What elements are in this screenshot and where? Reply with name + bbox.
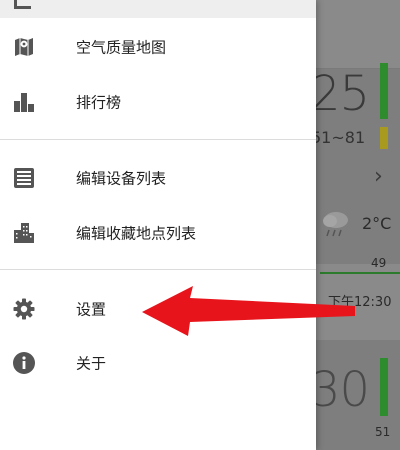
menu-item-label: 编辑收藏地点列表 xyxy=(76,224,197,243)
device-list-icon xyxy=(14,168,34,188)
city-building-icon xyxy=(14,223,34,243)
chevron-right-icon[interactable]: › xyxy=(374,164,383,189)
aqi-small-1: 49 xyxy=(371,256,387,270)
menu-item-label: 空气质量地图 xyxy=(76,38,167,57)
bar-chart-icon xyxy=(14,93,34,112)
menu-divider xyxy=(0,139,316,140)
menu-item-label: 关于 xyxy=(76,354,107,373)
aqi-level-bar-1 xyxy=(380,63,388,119)
menu-item-label: 编辑设备列表 xyxy=(76,169,167,188)
rain-cloud-icon xyxy=(323,212,348,237)
menu-item-air-quality-map[interactable]: 空气质量地图 xyxy=(0,22,316,72)
menu-item-edit-favorite-places[interactable]: 编辑收藏地点列表 xyxy=(0,208,316,258)
aqi-small-2: 51 xyxy=(375,425,391,439)
aqi-value-2: 30 xyxy=(310,362,370,418)
menu-item-about[interactable]: 关于 xyxy=(0,338,316,388)
aqi-range-1: 51~81 xyxy=(311,128,366,147)
menu-divider xyxy=(0,269,316,270)
info-icon xyxy=(13,352,35,374)
menu-item-ranking[interactable]: 排行榜 xyxy=(0,77,316,127)
aqi-level-bar-3 xyxy=(380,358,388,416)
temperature-1: 2°C xyxy=(362,214,392,233)
navigation-drawer: 空气质量地图 排行榜 编辑设备列表 编辑收藏地点列表 设置 关于 xyxy=(0,0,316,450)
drawer-header xyxy=(0,0,316,18)
menu-item-settings[interactable]: 设置 xyxy=(0,284,316,334)
aqi-trend-line xyxy=(320,272,400,274)
menu-item-edit-device-list[interactable]: 编辑设备列表 xyxy=(0,153,316,203)
header-icon xyxy=(14,0,31,9)
aqi-level-bar-2 xyxy=(380,127,388,149)
menu-item-label: 排行榜 xyxy=(76,93,122,112)
update-time-1: 下午12:30 xyxy=(328,295,392,310)
gear-icon xyxy=(13,298,35,320)
menu-item-label: 设置 xyxy=(76,300,107,319)
map-icon xyxy=(15,38,33,56)
aqi-value-1: 25 xyxy=(310,66,370,122)
